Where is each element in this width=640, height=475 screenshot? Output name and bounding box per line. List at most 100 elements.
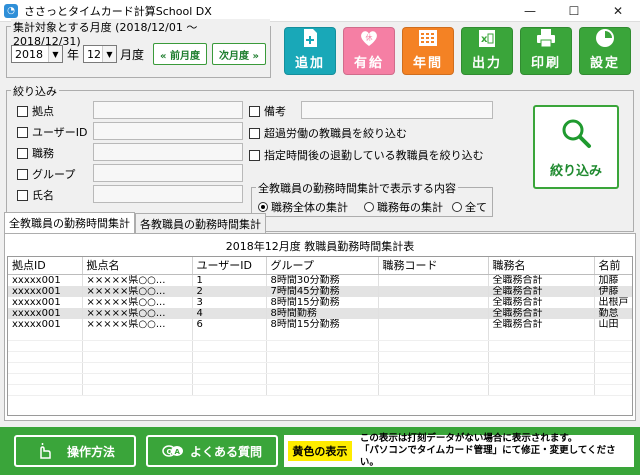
add-button[interactable]: 追加 [284, 27, 336, 75]
table-cell [8, 340, 83, 352]
radio[interactable] [364, 202, 374, 212]
main-panel: 集計対象とする月度 (2018/12/01 〜 2018/12/31) 2018… [0, 19, 640, 475]
table-cell [378, 274, 489, 286]
remark-field[interactable] [301, 101, 493, 119]
column-header[interactable]: ユーザーID [192, 257, 267, 275]
filter-checkbox-name[interactable]: 氏名 [17, 187, 54, 203]
site-field[interactable] [93, 101, 243, 119]
checkbox[interactable] [17, 168, 28, 180]
table-cell [488, 362, 595, 374]
radio-duty-total[interactable]: 職務全体の集計 [258, 199, 348, 215]
table-cell: 出根戸 [594, 296, 632, 308]
late-leave-label: 指定時間後の退勤している教職員を絞り込む [264, 149, 484, 162]
name-field[interactable] [93, 185, 243, 203]
manual-button[interactable]: 操作方法 [14, 435, 136, 467]
table-cell [488, 384, 595, 396]
svg-text:x: x [481, 34, 488, 45]
table-cell [378, 384, 489, 396]
app-icon: ◔ [4, 3, 18, 18]
table-cell [378, 373, 489, 385]
checkbox[interactable] [17, 126, 28, 138]
table-cell: 3 [192, 296, 267, 308]
radio-per-duty[interactable]: 職務毎の集計 [364, 199, 443, 215]
filter-checkbox-group[interactable]: グループ [17, 166, 75, 182]
column-header[interactable]: 拠点ID [8, 257, 83, 275]
filter-button[interactable]: 絞り込み [533, 105, 619, 189]
paid-leave-button[interactable]: 休有給 [343, 27, 395, 75]
next-month-button[interactable]: 次月度 » [212, 43, 266, 65]
year-select[interactable]: 2018 ▼ [11, 45, 63, 63]
checkbox[interactable] [249, 127, 260, 139]
table-cell: ×××××県○○... [82, 318, 193, 330]
checkbox[interactable] [249, 149, 260, 161]
radio[interactable] [452, 202, 462, 212]
close-button[interactable]: ✕ [596, 0, 640, 22]
table-cell: 2 [192, 285, 267, 297]
tab-each-staff[interactable]: 各教職員の勤務時間集計 [135, 213, 266, 233]
checkbox[interactable] [17, 189, 28, 201]
filter-checkbox-site[interactable]: 拠点 [17, 103, 54, 119]
note-line-2: 「パソコンでタイムカード管理」にて修正・変更してください。 [359, 445, 616, 468]
filter-checkbox-remark[interactable]: 備考 [249, 103, 286, 119]
prev-month-button[interactable]: « 前月度 [153, 43, 207, 65]
table-cell [192, 362, 267, 374]
window-title: ささっとタイムカード計算School DX [24, 4, 212, 18]
table-cell: 8時間15分勤務 [266, 318, 379, 330]
annual-button[interactable]: 年間 [402, 27, 454, 75]
table-row[interactable]: xxxxx001 ×××××県○○... 1 8時間30分勤務 全職務合計 加藤 [8, 274, 632, 286]
year-value: 2018 [15, 47, 43, 61]
empty-row [8, 373, 632, 385]
column-header[interactable]: 職務名 [488, 257, 595, 275]
radio-all[interactable]: 全て [452, 199, 487, 215]
filter-checkbox-user-id[interactable]: ユーザーID [17, 124, 88, 140]
minimize-button[interactable]: — [508, 0, 552, 22]
table-cell [488, 373, 595, 385]
svg-text:A: A [174, 448, 180, 456]
table-row[interactable]: xxxxx001 ×××××県○○... 6 8時間15分勤務 全職務合計 山田 [8, 318, 632, 330]
duty-label: 職務 [32, 147, 54, 160]
empty-row [8, 362, 632, 374]
print-button[interactable]: 印刷 [520, 27, 572, 75]
filter-checkbox-duty[interactable]: 職務 [17, 145, 54, 161]
late-leave-checkbox[interactable]: 指定時間後の退勤している教職員を絞り込む [249, 147, 484, 163]
column-header[interactable]: 名前 [594, 257, 632, 275]
overtime-checkbox[interactable]: 超過労働の教職員を絞り込む [249, 125, 407, 141]
export-button[interactable]: x 出力 [461, 27, 513, 75]
table-cell [594, 384, 632, 396]
checkbox[interactable] [17, 105, 28, 117]
table-cell: 全職務合計 [488, 318, 595, 330]
table-cell [378, 351, 489, 363]
table-cell [82, 340, 193, 352]
data-grid[interactable]: 拠点ID 拠点名 ユーザーID グループ 職務コード 職務名 名前 xxxxx001 ××××… [7, 256, 633, 416]
faq-button[interactable]: Q A よくある質問 [146, 435, 278, 467]
group-field[interactable] [93, 164, 243, 182]
column-header[interactable]: グループ [266, 257, 379, 275]
duty-field[interactable] [93, 143, 243, 161]
table-row[interactable]: xxxxx001 ×××××県○○... 4 8時間勤務 全職務合計 勤怠 [8, 307, 632, 319]
column-header[interactable]: 職務コード [378, 257, 489, 275]
paid-leave-icon: 休 [358, 27, 380, 49]
table-cell: xxxxx001 [8, 296, 83, 308]
month-select[interactable]: 12 ▼ [83, 45, 117, 63]
table-row[interactable]: xxxxx001 ×××××県○○... 2 7時間45分勤務 全職務合計 伊藤 [8, 285, 632, 297]
user-id-field[interactable] [93, 122, 243, 140]
table-row[interactable]: xxxxx001 ×××××県○○... 3 8時間15分勤務 全職務合計 出根戸 [8, 296, 632, 308]
tab-all-staff[interactable]: 全教職員の勤務時間集計 [4, 212, 135, 233]
table-cell [594, 351, 632, 363]
magnifier-icon [562, 119, 591, 148]
table-cell [594, 362, 632, 374]
column-header[interactable]: 拠点名 [82, 257, 193, 275]
checkbox[interactable] [17, 147, 28, 159]
checkbox[interactable] [249, 105, 260, 117]
legend-note-text: この表示は打刻データがない場合に表示されます。 「パソコンでタイムカード管理」に… [360, 433, 634, 469]
settings-button[interactable]: 設定 [579, 27, 631, 75]
table-cell [266, 384, 379, 396]
table-body: xxxxx001 ×××××県○○... 1 8時間30分勤務 全職務合計 加藤 xxxxx… [8, 274, 632, 396]
add-document-icon [299, 27, 321, 49]
radio-selected[interactable] [258, 202, 268, 212]
table-cell [266, 351, 379, 363]
display-options-group: 全教職員の勤務時間集計で表示する内容 職務全体の集計 職務毎の集計 全て [251, 180, 493, 217]
maximize-button[interactable]: ☐ [552, 0, 596, 22]
table-cell [8, 362, 83, 374]
table-cell: ×××××県○○... [82, 307, 193, 319]
